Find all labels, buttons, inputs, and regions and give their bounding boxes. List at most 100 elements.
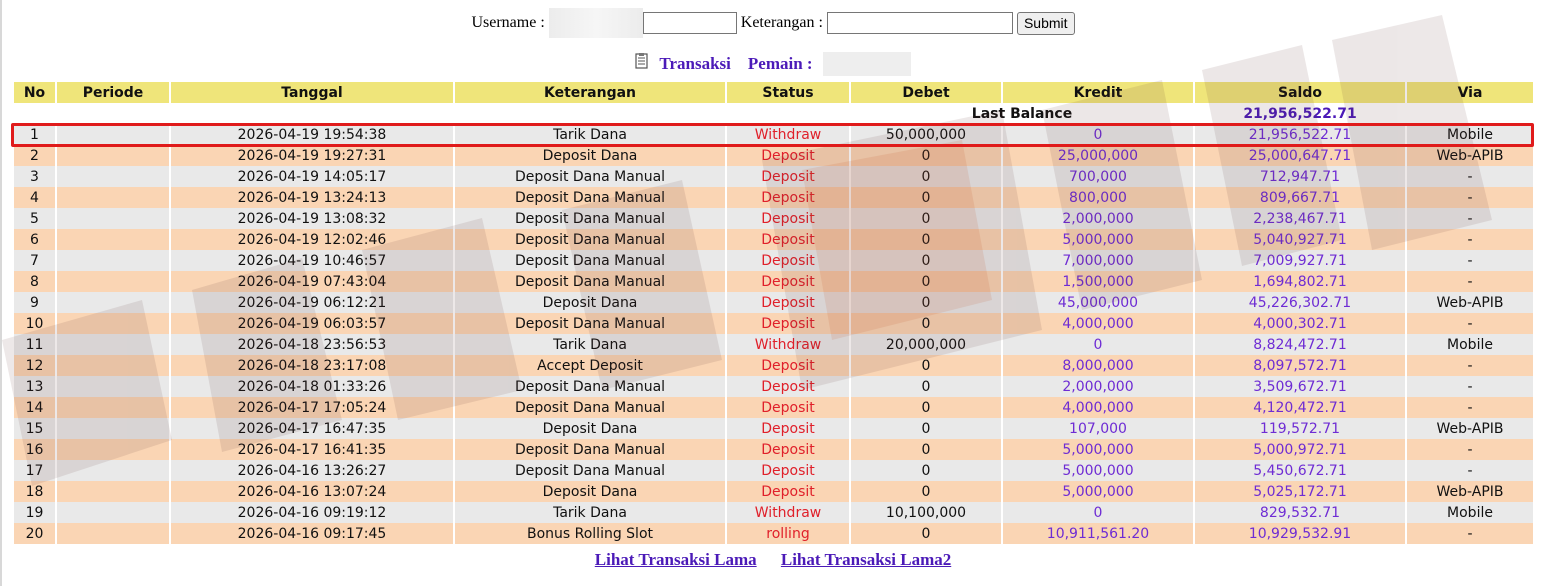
table-row: 5 2026-04-19 13:08:32 Deposit Dana Manual D… (14, 208, 1535, 229)
cell-status: rolling (726, 523, 851, 544)
cell-via: - (1406, 523, 1535, 544)
table-row: 19 2026-04-16 09:19:12 Tarik Dana Withdraw 1… (14, 502, 1535, 523)
cell-periode (56, 355, 171, 376)
cell-debet: 0 (850, 481, 1003, 502)
link-older-transactions-2[interactable]: Lihat Transaksi Lama2 (781, 550, 951, 569)
cell-tanggal: 2026-04-19 19:27:31 (170, 145, 455, 166)
cell-periode (56, 124, 171, 145)
cell-tanggal: 2026-04-18 01:33:26 (170, 376, 455, 397)
cell-tanggal: 2026-04-17 16:41:35 (170, 439, 455, 460)
cell-kredit: 2,000,000 (1002, 376, 1195, 397)
cell-tanggal: 2026-04-19 14:05:17 (170, 166, 455, 187)
cell-debet: 0 (850, 376, 1003, 397)
table-row: 14 2026-04-17 17:05:24 Deposit Dana Manual… (14, 397, 1535, 418)
cell-no: 12 (14, 355, 57, 376)
cell-kredit: 45,000,000 (1002, 292, 1195, 313)
table-row: 16 2026-04-17 16:41:35 Deposit Dana Manual… (14, 439, 1535, 460)
cell-status: Withdraw (726, 334, 851, 355)
cell-tanggal: 2026-04-19 13:24:13 (170, 187, 455, 208)
column-header-saldo: Saldo (1194, 82, 1407, 103)
cell-kredit: 0 (1002, 502, 1195, 523)
cell-status: Deposit (726, 292, 851, 313)
table-row: 12 2026-04-18 23:17:08 Accept Deposit Depos… (14, 355, 1535, 376)
cell-periode (56, 271, 171, 292)
document-icon (635, 53, 649, 75)
username-input[interactable] (642, 12, 737, 34)
cell-status: Deposit (726, 145, 851, 166)
cell-debet: 0 (850, 250, 1003, 271)
redacted-player-name (822, 52, 911, 76)
cell-tanggal: 2026-04-17 16:47:35 (170, 418, 455, 439)
cell-debet: 10,100,000 (850, 502, 1003, 523)
pemain-label: Pemain : (747, 54, 813, 73)
cell-tanggal: 2026-04-19 12:02:46 (170, 229, 455, 250)
cell-saldo: 1,694,802.71 (1194, 271, 1407, 292)
cell-status: Deposit (726, 418, 851, 439)
cell-no: 5 (14, 208, 57, 229)
cell-kredit: 5,000,000 (1002, 460, 1195, 481)
cell-saldo: 712,947.71 (1194, 166, 1407, 187)
column-header-kredit: Kredit (1002, 82, 1195, 103)
cell-no: 7 (14, 250, 57, 271)
table-row: 7 2026-04-19 10:46:57 Deposit Dana Manual D… (14, 250, 1535, 271)
table-row: 17 2026-04-16 13:26:27 Deposit Dana Manual… (14, 460, 1535, 481)
cell-via: - (1406, 187, 1535, 208)
cell-debet: 0 (850, 166, 1003, 187)
column-header-no: No (14, 82, 57, 103)
cell-no: 2 (14, 145, 57, 166)
cell-saldo: 5,025,172.71 (1194, 481, 1407, 502)
cell-periode (56, 523, 171, 544)
page-title: Transaksi Pemain : (2, 52, 1542, 76)
cell-status: Deposit (726, 397, 851, 418)
cell-periode (56, 502, 171, 523)
cell-no: 15 (14, 418, 57, 439)
username-label: Username : (471, 14, 545, 31)
cell-periode (56, 250, 171, 271)
keterangan-input[interactable] (826, 12, 1013, 34)
cell-keterangan: Tarik Dana (454, 124, 727, 145)
cell-tanggal: 2026-04-19 10:46:57 (170, 250, 455, 271)
table-row: 9 2026-04-19 06:12:21 Deposit Dana Deposit 0… (14, 292, 1535, 313)
cell-tanggal: 2026-04-16 09:17:45 (170, 523, 455, 544)
cell-status: Deposit (726, 187, 851, 208)
table-row: 2 2026-04-19 19:27:31 Deposit Dana Deposit 0… (14, 145, 1535, 166)
cell-periode (56, 292, 171, 313)
cell-keterangan: Deposit Dana Manual (454, 460, 727, 481)
table-row: 10 2026-04-19 06:03:57 Deposit Dana Manual… (14, 313, 1535, 334)
table-row: 4 2026-04-19 13:24:13 Deposit Dana Manual D… (14, 187, 1535, 208)
cell-saldo: 119,572.71 (1194, 418, 1407, 439)
cell-periode (56, 208, 171, 229)
cell-periode (56, 439, 171, 460)
column-header-tanggal: Tanggal (170, 82, 455, 103)
link-older-transactions[interactable]: Lihat Transaksi Lama (595, 550, 757, 569)
cell-kredit: 4,000,000 (1002, 313, 1195, 334)
cell-status: Deposit (726, 271, 851, 292)
cell-debet: 0 (850, 208, 1003, 229)
cell-keterangan: Deposit Dana Manual (454, 313, 727, 334)
submit-button[interactable]: Submit (1016, 11, 1075, 35)
cell-saldo: 8,097,572.71 (1194, 355, 1407, 376)
table-row: 3 2026-04-19 14:05:17 Deposit Dana Manual D… (14, 166, 1535, 187)
keterangan-label: Keterangan : (740, 14, 823, 31)
cell-periode (56, 187, 171, 208)
cell-via: - (1406, 439, 1535, 460)
cell-keterangan: Deposit Dana Manual (454, 376, 727, 397)
cell-saldo: 5,040,927.71 (1194, 229, 1407, 250)
cell-kredit: 1,500,000 (1002, 271, 1195, 292)
cell-status: Deposit (726, 313, 851, 334)
cell-kredit: 4,000,000 (1002, 397, 1195, 418)
table-row: 6 2026-04-19 12:02:46 Deposit Dana Manual D… (14, 229, 1535, 250)
cell-tanggal: 2026-04-18 23:56:53 (170, 334, 455, 355)
cell-status: Deposit (726, 250, 851, 271)
cell-status: Deposit (726, 376, 851, 397)
cell-periode (56, 418, 171, 439)
column-header-status: Status (726, 82, 851, 103)
last-balance-row: Last Balance 21,956,522.71 (14, 103, 1535, 124)
cell-no: 13 (14, 376, 57, 397)
cell-kredit: 107,000 (1002, 418, 1195, 439)
cell-status: Withdraw (726, 502, 851, 523)
cell-keterangan: Deposit Dana (454, 145, 727, 166)
cell-saldo: 5,000,972.71 (1194, 439, 1407, 460)
cell-keterangan: Deposit Dana (454, 418, 727, 439)
cell-tanggal: 2026-04-19 06:03:57 (170, 313, 455, 334)
